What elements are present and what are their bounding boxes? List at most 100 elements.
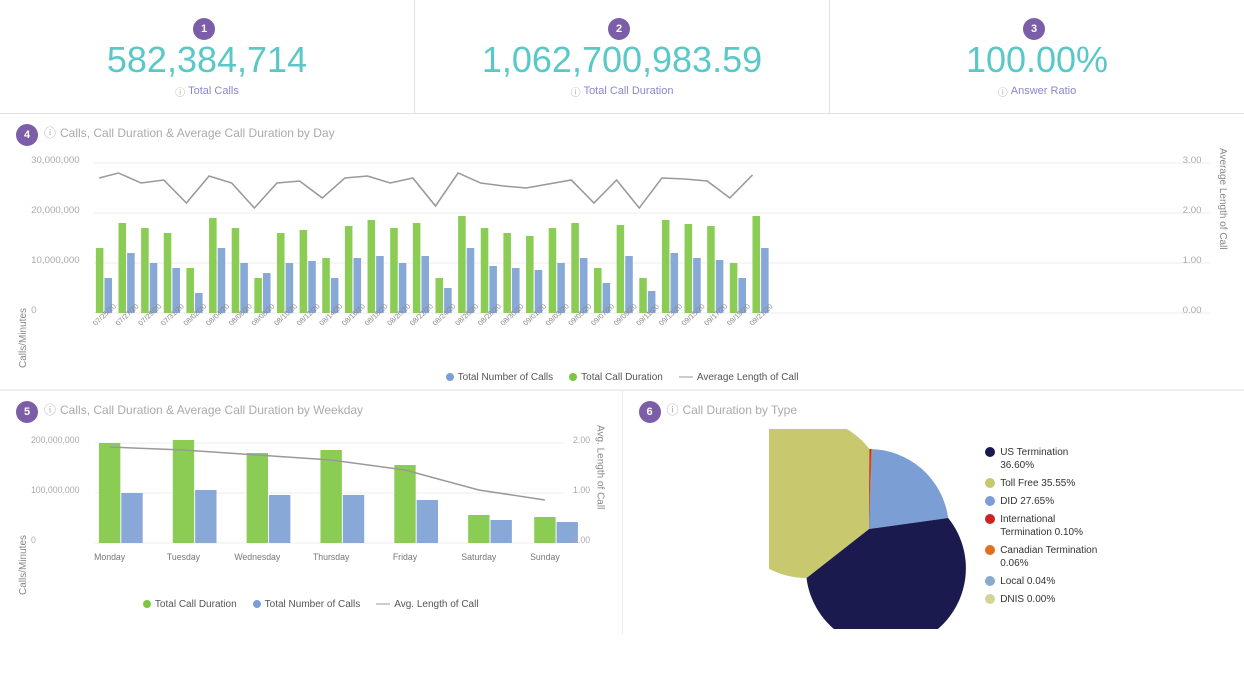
svg-text:30,000,000: 30,000,000 (31, 155, 79, 165)
svg-text:09/09/20: 09/09/20 (611, 302, 638, 327)
pie-chart-svg (769, 429, 969, 629)
svg-text:Sunday: Sunday (530, 551, 560, 561)
chart1-title: ⓘ Calls, Call Duration & Average Call Du… (44, 124, 335, 141)
svg-text:0.00: 0.00 (1183, 305, 1202, 315)
pie-legend-did: DID 27.65% (985, 495, 1097, 508)
svg-text:Wednesday: Wednesday (234, 551, 281, 561)
pie-legend-dnis: DNIS 0.00% (985, 593, 1097, 606)
chart1-svg: 30,000,000 20,000,000 10,000,000 0 (29, 148, 1215, 368)
svg-text:08/18/20: 08/18/20 (362, 302, 389, 327)
answer-ratio-label: ⓘ Answer Ratio (850, 84, 1224, 99)
svg-text:1.00: 1.00 (573, 484, 590, 494)
svg-text:0.00: 0.00 (573, 534, 590, 544)
pie-legend: US Termination36.60% Toll Free 35.55% DI… (985, 446, 1097, 611)
svg-text:2.00: 2.00 (1183, 205, 1202, 215)
chart2-y-label: Calls/Minutes (16, 425, 29, 595)
svg-text:09/21/20: 09/21/20 (747, 302, 774, 327)
svg-text:Saturday: Saturday (461, 551, 497, 561)
svg-text:08/06/20: 08/06/20 (227, 302, 254, 327)
pie-legend-us-term: US Termination36.60% (985, 446, 1097, 472)
svg-text:09/11/20: 09/11/20 (634, 302, 661, 327)
swatch-local (985, 576, 995, 586)
svg-text:Friday: Friday (393, 551, 418, 561)
swatch-us-term (985, 447, 995, 457)
chart-call-duration-by-type: 6 ⓘ Call Duration by Type (623, 391, 1244, 635)
chart1-info-icon: ⓘ (44, 124, 56, 141)
svg-text:100,000,000: 100,000,000 (31, 484, 80, 494)
svg-text:07/31/20: 07/31/20 (159, 302, 186, 327)
chart-calls-by-weekday: 5 ⓘ Calls, Call Duration & Average Call … (0, 391, 623, 635)
legend-item-avg: Average Length of Call (679, 372, 799, 383)
svg-text:08/02/20: 08/02/20 (181, 302, 208, 327)
svg-text:09/17/20: 09/17/20 (702, 302, 729, 327)
svg-text:09/19/20: 09/19/20 (725, 302, 752, 327)
chart1-header: 4 ⓘ Calls, Call Duration & Average Call … (16, 124, 1228, 146)
info-icon-1: ⓘ (175, 84, 185, 99)
swatch-toll-free (985, 478, 995, 488)
svg-text:3.00: 3.00 (1183, 155, 1202, 165)
legend2-line-avg (376, 603, 390, 605)
swatch-intl-term (985, 514, 995, 524)
legend2-calls: Total Number of Calls (253, 599, 361, 610)
chart1-y-label: Calls/Minutes (16, 148, 29, 368)
total-calls-label: ⓘ Total Calls (20, 84, 394, 99)
svg-text:09/15/20: 09/15/20 (679, 302, 706, 327)
svg-text:08/20/20: 08/20/20 (385, 302, 412, 327)
legend2-duration: Total Call Duration (143, 599, 237, 610)
legend2-dot-calls (253, 600, 261, 608)
info-icon-2: ⓘ (571, 84, 581, 99)
svg-text:200,000,000: 200,000,000 (31, 434, 80, 444)
bottom-sections: 5 ⓘ Calls, Call Duration & Average Call … (0, 390, 1244, 635)
metric-total-calls: 1 582,384,714 ⓘ Total Calls (0, 0, 415, 113)
legend-item-duration: Total Call Duration (569, 372, 663, 383)
svg-text:07/29/20: 07/29/20 (136, 302, 163, 327)
section-num-2: 2 (608, 18, 630, 40)
section-num-6: 6 (639, 401, 661, 423)
chart2-legend: Total Call Duration Total Number of Call… (16, 599, 606, 610)
svg-text:09/03/20: 09/03/20 (544, 302, 571, 327)
pie-legend-intl-term: InternationalTermination 0.10% (985, 513, 1097, 539)
svg-text:09/05/20: 09/05/20 (566, 302, 593, 327)
swatch-did (985, 496, 995, 506)
legend-line-avg (679, 376, 693, 378)
total-duration-value: 1,062,700,983.59 (435, 40, 809, 80)
svg-text:08/04/20: 08/04/20 (204, 302, 231, 327)
chart3-info-icon: ⓘ (667, 401, 679, 418)
svg-text:10,000,000: 10,000,000 (31, 255, 79, 265)
section-num-3: 3 (1023, 18, 1045, 40)
svg-text:20,000,000: 20,000,000 (31, 205, 79, 215)
chart2-svg: 200,000,000 100,000,000 0 (29, 425, 593, 595)
chart2-y2-label: Avg. Length of Call (593, 425, 606, 595)
legend-dot-calls (446, 373, 454, 381)
svg-text:08/14/20: 08/14/20 (317, 302, 344, 327)
svg-text:08/28/20: 08/28/20 (476, 302, 503, 327)
svg-text:0: 0 (31, 305, 36, 315)
svg-text:09/13/20: 09/13/20 (657, 302, 684, 327)
chart-calls-by-day: 4 ⓘ Calls, Call Duration & Average Call … (0, 114, 1244, 390)
svg-text:08/22/20: 08/22/20 (408, 302, 435, 327)
chart3-title: ⓘ Call Duration by Type (667, 401, 798, 418)
chart2-header: 5 ⓘ Calls, Call Duration & Average Call … (16, 401, 606, 423)
svg-text:09/01/20: 09/01/20 (521, 302, 548, 327)
metric-total-call-duration: 2 1,062,700,983.59 ⓘ Total Call Duration (415, 0, 830, 113)
svg-text:Tuesday: Tuesday (167, 551, 201, 561)
svg-text:08/26/20: 08/26/20 (453, 302, 480, 327)
svg-text:Monday: Monday (94, 551, 126, 561)
svg-text:08/30/20: 08/30/20 (498, 302, 525, 327)
section-num-4: 4 (16, 124, 38, 146)
chart2-title: ⓘ Calls, Call Duration & Average Call Du… (44, 401, 363, 418)
chart1-legend: Total Number of Calls Total Call Duratio… (16, 372, 1228, 383)
section-num-5: 5 (16, 401, 38, 423)
total-duration-label: ⓘ Total Call Duration (435, 84, 809, 99)
chart2-info-icon: ⓘ (44, 401, 56, 418)
legend-item-calls: Total Number of Calls (446, 372, 554, 383)
svg-text:09/07/20: 09/07/20 (589, 302, 616, 327)
pie-legend-toll-free: Toll Free 35.55% (985, 477, 1097, 490)
legend2-dot-duration (143, 600, 151, 608)
svg-text:0: 0 (31, 534, 36, 544)
svg-text:08/10/20: 08/10/20 (272, 302, 299, 327)
chart3-header: 6 ⓘ Call Duration by Type (639, 401, 1229, 423)
svg-text:2.00: 2.00 (573, 434, 590, 444)
total-calls-value: 582,384,714 (20, 40, 394, 80)
chart1-y2-label: Average Length of Call (1215, 148, 1228, 368)
